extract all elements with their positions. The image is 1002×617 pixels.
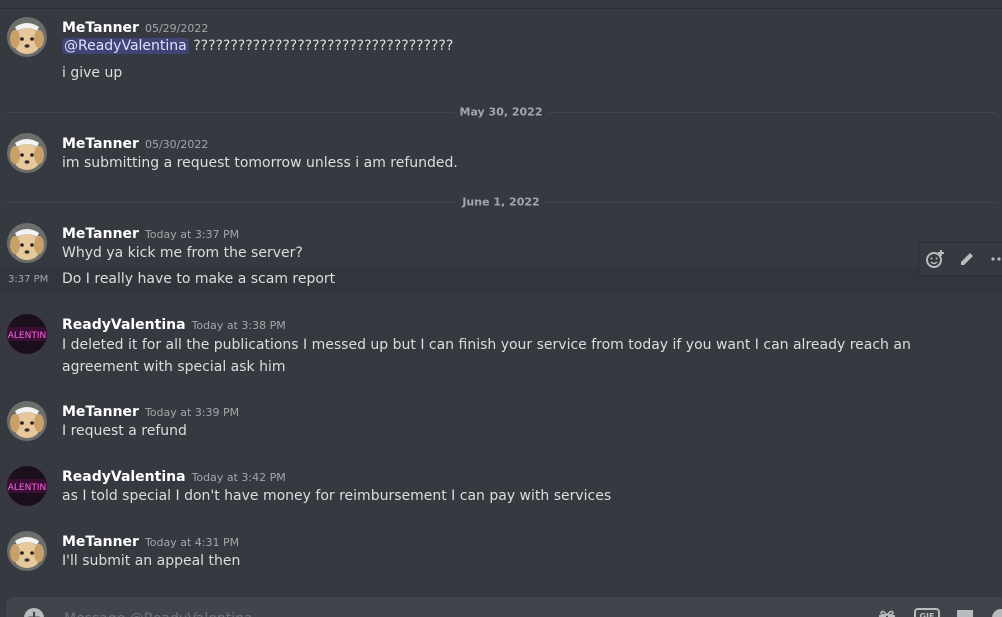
message-text: I'll submit an appeal then — [62, 553, 241, 569]
user-avatar-readyvalentina[interactable]: ALENTIN — [7, 466, 47, 506]
more-icon[interactable] — [983, 243, 1002, 275]
user-mention[interactable]: @ReadyValentina — [62, 38, 189, 54]
date-divider-label: May 30, 2022 — [453, 105, 549, 119]
user-avatar-metanner[interactable] — [7, 531, 47, 571]
message-text: as I told special I don't have money for… — [62, 488, 612, 504]
message-header: MeTanner Today at 4:31 PM — [62, 531, 239, 550]
emoji-icon[interactable] — [990, 607, 1002, 617]
username[interactable]: MeTanner — [62, 136, 139, 152]
message-text: @ReadyValentina ????????????????????????… — [62, 38, 453, 54]
message-text-content: ??????????????????????????????????? — [193, 38, 454, 54]
chat-window: MeTanner 05/29/2022 @ReadyValentina ?????… — [0, 0, 1002, 617]
hover-timestamp[interactable]: 3:37 PM — [8, 274, 48, 285]
timestamp[interactable]: Today at 3:42 PM — [192, 471, 286, 484]
message-header: MeTanner Today at 3:37 PM — [62, 223, 239, 242]
message-text: i give up — [62, 65, 123, 81]
add-attachment-icon[interactable]: + — [24, 608, 44, 617]
user-avatar-metanner[interactable] — [7, 223, 47, 263]
username[interactable]: MeTanner — [62, 226, 139, 242]
date-divider-label: June 1, 2022 — [456, 195, 546, 209]
top-divider — [0, 0, 1002, 9]
message-text: im submitting a request tomorrow unless … — [62, 155, 458, 171]
gift-icon[interactable] — [876, 607, 898, 617]
message-text: I deleted it for all the publications I … — [62, 337, 911, 375]
message-header: MeTanner 05/29/2022 — [62, 17, 208, 36]
message-input[interactable] — [62, 605, 826, 617]
message-text: Whyd ya kick me from the server? — [62, 245, 303, 261]
username[interactable]: MeTanner — [62, 20, 139, 36]
message-header: MeTanner 05/30/2022 — [62, 133, 208, 152]
message-text: Do I really have to make a scam report — [62, 271, 336, 287]
message-header: MeTanner Today at 3:39 PM — [62, 401, 239, 420]
gif-icon[interactable]: GIF — [914, 608, 940, 617]
user-avatar-metanner[interactable] — [7, 17, 47, 57]
add-reaction-icon[interactable] — [919, 243, 951, 275]
user-avatar-readyvalentina[interactable]: ALENTIN — [7, 314, 47, 354]
message-text: I request a refund — [62, 423, 187, 439]
username[interactable]: ReadyValentina — [62, 469, 186, 485]
user-avatar-metanner[interactable] — [7, 401, 47, 441]
date-divider: May 30, 2022 — [6, 105, 996, 119]
timestamp[interactable]: Today at 3:37 PM — [145, 228, 239, 241]
username[interactable]: MeTanner — [62, 534, 139, 550]
message-header: ReadyValentina Today at 3:42 PM — [62, 466, 286, 485]
svg-text:ALENTIN: ALENTIN — [8, 483, 46, 493]
user-avatar-metanner[interactable] — [7, 133, 47, 173]
timestamp[interactable]: 05/29/2022 — [145, 22, 208, 35]
timestamp[interactable]: 05/30/2022 — [145, 138, 208, 151]
username[interactable]: ReadyValentina — [62, 317, 186, 333]
message-composer: + GIF — [6, 597, 1002, 617]
timestamp[interactable]: Today at 4:31 PM — [145, 536, 239, 549]
edit-icon[interactable] — [951, 243, 983, 275]
sticker-icon[interactable] — [954, 607, 976, 617]
message-header: ReadyValentina Today at 3:38 PM — [62, 314, 286, 333]
username[interactable]: MeTanner — [62, 404, 139, 420]
svg-text:ALENTIN: ALENTIN — [8, 331, 46, 341]
timestamp[interactable]: Today at 3:39 PM — [145, 406, 239, 419]
message-toolbar — [918, 242, 1002, 276]
timestamp[interactable]: Today at 3:38 PM — [192, 319, 286, 332]
date-divider: June 1, 2022 — [6, 195, 996, 209]
